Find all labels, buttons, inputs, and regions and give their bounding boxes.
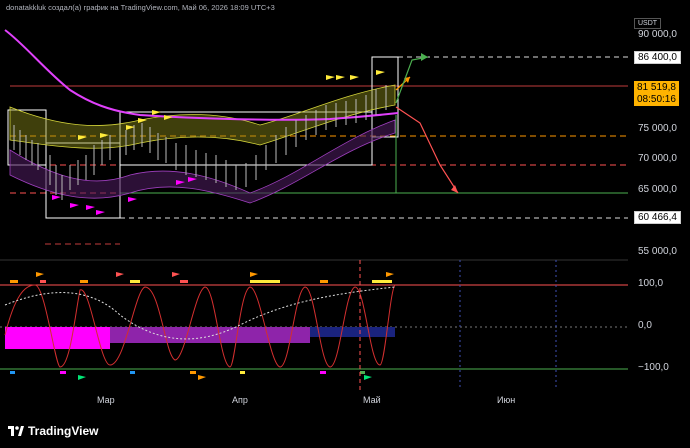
time-label-mar: Мар (97, 395, 115, 405)
red-arrow-head (451, 185, 458, 193)
price-label-86400: 86 400,0 (634, 51, 681, 64)
osc-label-100: 100,0 (638, 278, 664, 289)
osc-green-flags (78, 375, 372, 385)
tradingview-logo-icon (8, 426, 24, 437)
price-label-60466: 60 466,4 (634, 211, 681, 224)
chart-attribution: donatakkluk создал(а) график на TradingV… (6, 3, 275, 12)
tradingview-branding[interactable]: TradingView (8, 424, 98, 438)
bar-countdown-label: 08:50:16 (634, 93, 679, 106)
osc-histogram-navy (310, 327, 395, 337)
osc-histogram-magenta (5, 327, 110, 349)
oscillator-line (4, 284, 396, 368)
currency-label[interactable]: USDT (634, 18, 662, 29)
price-label-65000: 65 000,0 (638, 184, 677, 195)
osc-label-0: 0,0 (638, 320, 652, 331)
osc-bottom-markers (10, 371, 365, 374)
osc-top-markers (10, 280, 392, 283)
price-axis[interactable] (628, 15, 690, 390)
price-label-75000: 75 000,0 (638, 123, 677, 134)
time-label-may: Май (363, 395, 381, 405)
time-label-apr: Апр (232, 395, 248, 405)
osc-red-flags (116, 272, 180, 282)
price-label-55000: 55 000,0 (638, 246, 677, 257)
price-label-90000: 90 000,0 (638, 29, 677, 40)
price-chart-pane[interactable] (0, 15, 628, 390)
yellow-cloud-band (9, 84, 396, 149)
green-arrow (395, 56, 429, 104)
green-arrow-head (421, 53, 428, 61)
tradingview-brand-text: TradingView (28, 424, 99, 438)
time-label-jun: Июн (497, 395, 516, 405)
price-label-70000: 70 000,0 (638, 153, 677, 164)
osc-histogram-purple (110, 327, 310, 343)
osc-label-minus100: −100,0 (638, 362, 669, 373)
red-arrow (395, 106, 459, 194)
